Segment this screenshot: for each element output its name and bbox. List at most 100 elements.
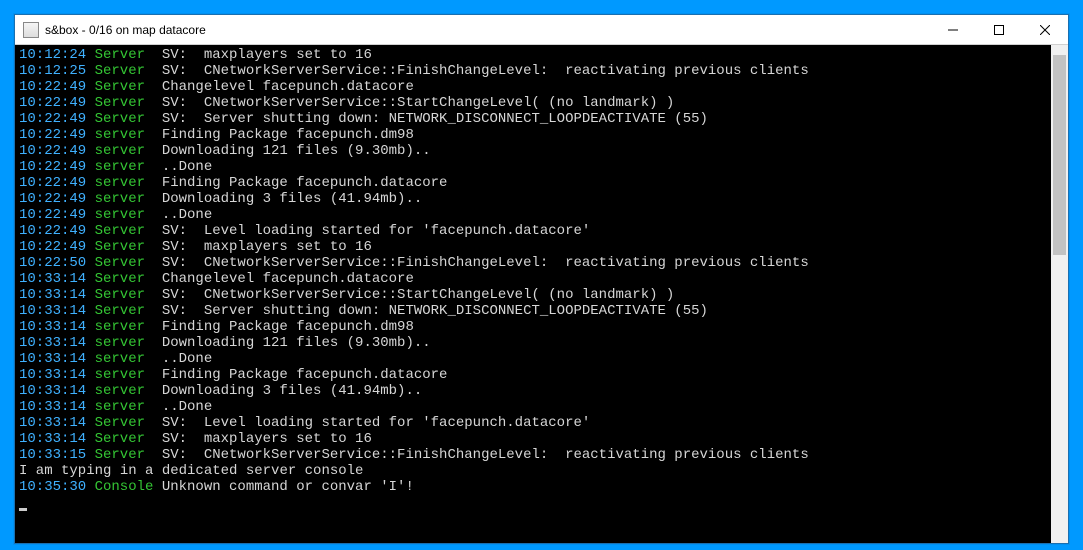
minimize-icon (948, 25, 958, 35)
log-source: Server (86, 111, 162, 127)
log-message: SV: Server shutting down: NETWORK_DISCON… (162, 111, 708, 127)
log-message: SV: CNetworkServerService::FinishChangeL… (162, 63, 809, 79)
log-message: SV: maxplayers set to 16 (162, 47, 372, 63)
log-source: Server (86, 63, 162, 79)
log-source: server (86, 351, 162, 367)
scrollbar-thumb[interactable] (1053, 55, 1066, 255)
log-source: Server (86, 271, 162, 287)
log-line: 10:33:14 server ..Done (19, 399, 1047, 415)
log-timestamp: 10:22:49 (19, 207, 86, 223)
log-message: SV: CNetworkServerService::FinishChangeL… (162, 447, 809, 463)
log-line: 10:35:30 Console Unknown command or conv… (19, 479, 1047, 495)
log-line: 10:33:14 Server SV: Server shutting down… (19, 303, 1047, 319)
log-timestamp: 10:33:14 (19, 383, 86, 399)
log-message: ..Done (162, 207, 212, 223)
log-message: ..Done (162, 351, 212, 367)
log-source: server (86, 335, 162, 351)
log-source: server (86, 175, 162, 191)
log-source: Server (86, 255, 162, 271)
log-line: 10:12:25 Server SV: CNetworkServerServic… (19, 63, 1047, 79)
log-line: 10:33:15 Server SV: CNetworkServerServic… (19, 447, 1047, 463)
log-line: 10:22:49 Server SV: maxplayers set to 16 (19, 239, 1047, 255)
log-timestamp: 10:33:14 (19, 351, 86, 367)
log-source: Server (86, 79, 162, 95)
log-message: Downloading 121 files (9.30mb).. (162, 335, 431, 351)
window-title: s&box - 0/16 on map datacore (45, 23, 930, 37)
log-timestamp: 10:22:49 (19, 239, 86, 255)
log-message: Finding Package facepunch.datacore (162, 367, 448, 383)
window-controls (930, 15, 1068, 44)
log-line: I am typing in a dedicated server consol… (19, 463, 1047, 479)
log-line: 10:22:49 server Downloading 121 files (9… (19, 143, 1047, 159)
log-line: 10:22:49 Server Changelevel facepunch.da… (19, 79, 1047, 95)
log-raw: I am typing in a dedicated server consol… (19, 463, 363, 479)
close-icon (1040, 25, 1050, 35)
log-message: Finding Package facepunch.dm98 (162, 319, 414, 335)
log-timestamp: 10:12:24 (19, 47, 86, 63)
log-source: server (86, 143, 162, 159)
log-timestamp: 10:33:14 (19, 271, 86, 287)
log-source: Console (86, 479, 162, 495)
log-timestamp: 10:22:49 (19, 111, 86, 127)
log-message: Finding Package facepunch.datacore (162, 175, 448, 191)
console-output[interactable]: 10:12:24 Server SV: maxplayers set to 16… (15, 45, 1051, 543)
log-timestamp: 10:35:30 (19, 479, 86, 495)
log-timestamp: 10:12:25 (19, 63, 86, 79)
app-window: s&box - 0/16 on map datacore 10:12:24 Se… (14, 14, 1069, 544)
log-timestamp: 10:22:49 (19, 143, 86, 159)
log-line: 10:22:49 Server SV: Level loading starte… (19, 223, 1047, 239)
log-line: 10:33:14 server Downloading 3 files (41.… (19, 383, 1047, 399)
maximize-icon (994, 25, 1004, 35)
maximize-button[interactable] (976, 15, 1022, 44)
log-source: server (86, 159, 162, 175)
log-line: 10:33:14 Server SV: CNetworkServerServic… (19, 287, 1047, 303)
log-source: Server (86, 415, 162, 431)
titlebar[interactable]: s&box - 0/16 on map datacore (15, 15, 1068, 45)
log-timestamp: 10:22:49 (19, 127, 86, 143)
log-line: 10:33:14 Server SV: maxplayers set to 16 (19, 431, 1047, 447)
log-message: Changelevel facepunch.datacore (162, 79, 414, 95)
log-message: SV: Level loading started for 'facepunch… (162, 223, 590, 239)
log-message: SV: Level loading started for 'facepunch… (162, 415, 590, 431)
log-line: 10:22:49 Server SV: CNetworkServerServic… (19, 95, 1047, 111)
log-message: Finding Package facepunch.dm98 (162, 127, 414, 143)
log-source: Server (86, 303, 162, 319)
log-line: 10:33:14 server Downloading 121 files (9… (19, 335, 1047, 351)
log-message: SV: CNetworkServerService::StartChangeLe… (162, 95, 674, 111)
log-line: 10:33:14 server ..Done (19, 351, 1047, 367)
log-source: Server (86, 223, 162, 239)
log-timestamp: 10:22:49 (19, 223, 86, 239)
log-timestamp: 10:33:14 (19, 415, 86, 431)
log-source: server (86, 127, 162, 143)
log-timestamp: 10:33:14 (19, 431, 86, 447)
log-timestamp: 10:22:49 (19, 159, 86, 175)
vertical-scrollbar[interactable] (1051, 45, 1068, 543)
log-message: Downloading 3 files (41.94mb).. (162, 383, 422, 399)
input-cursor-line[interactable] (19, 495, 1047, 511)
log-source: Server (86, 95, 162, 111)
log-source: Server (86, 447, 162, 463)
app-icon (23, 22, 39, 38)
log-source: server (86, 367, 162, 383)
log-line: 10:33:14 Server Changelevel facepunch.da… (19, 271, 1047, 287)
log-timestamp: 10:22:49 (19, 79, 86, 95)
log-timestamp: 10:22:49 (19, 95, 86, 111)
log-timestamp: 10:22:50 (19, 255, 86, 271)
log-source: server (86, 207, 162, 223)
log-line: 10:22:49 server Downloading 3 files (41.… (19, 191, 1047, 207)
log-line: 10:33:14 server Finding Package facepunc… (19, 367, 1047, 383)
log-timestamp: 10:22:49 (19, 191, 86, 207)
log-source: Server (86, 287, 162, 303)
log-source: server (86, 191, 162, 207)
close-button[interactable] (1022, 15, 1068, 44)
log-timestamp: 10:33:14 (19, 319, 86, 335)
log-message: ..Done (162, 399, 212, 415)
minimize-button[interactable] (930, 15, 976, 44)
log-source: server (86, 383, 162, 399)
log-line: 10:12:24 Server SV: maxplayers set to 16 (19, 47, 1047, 63)
text-cursor (19, 508, 27, 511)
log-message: Downloading 121 files (9.30mb).. (162, 143, 431, 159)
log-line: 10:22:50 Server SV: CNetworkServerServic… (19, 255, 1047, 271)
log-timestamp: 10:33:14 (19, 303, 86, 319)
log-message: SV: CNetworkServerService::FinishChangeL… (162, 255, 809, 271)
